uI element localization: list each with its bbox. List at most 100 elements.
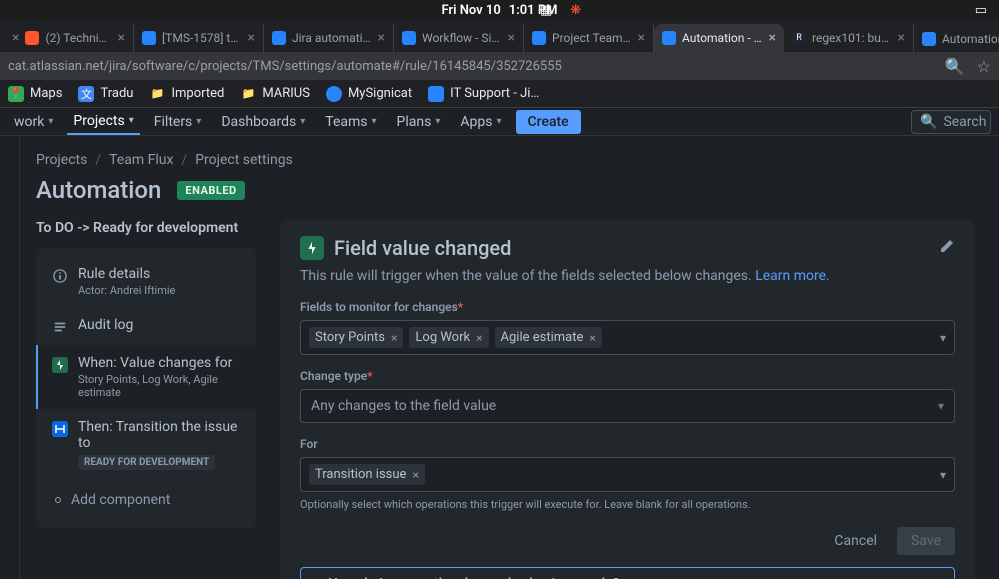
chevron-down-icon: ▾: [196, 116, 201, 127]
nav-apps[interactable]: Apps▾: [454, 110, 507, 134]
branch-icon: [52, 421, 68, 437]
collapsed-sidebar[interactable]: [0, 136, 20, 579]
close-icon[interactable]: ×: [378, 30, 385, 46]
menubar-tray-icon[interactable]: ▭: [975, 3, 987, 18]
rule-item-subtitle: Actor: Andrei Iftimie: [78, 284, 242, 297]
remove-chip-icon[interactable]: ×: [476, 331, 482, 345]
zoom-icon[interactable]: 🔍: [945, 57, 965, 76]
rule-item-title: When: Value changes for: [78, 355, 242, 371]
menubar-app-icon-2[interactable]: ❋: [570, 3, 581, 18]
browser-tab[interactable]: Workflow - Sign… ×: [394, 24, 524, 52]
save-button[interactable]: Save: [897, 527, 955, 555]
favicon: [142, 31, 156, 45]
tab-title: regex101: build…: [812, 31, 892, 45]
rule-name: To DO -> Ready for development: [36, 220, 256, 236]
browser-tab[interactable]: Jira automation ×: [264, 24, 394, 52]
for-operations-input[interactable]: Transition issue× ▾: [300, 457, 955, 492]
fields-to-monitor-input[interactable]: Story Points× Log Work× Agile estimate× …: [300, 320, 955, 355]
jira-navbar: work▾ Projects▾ Filters▾ Dashboards▾ Tea…: [0, 108, 999, 136]
field-chip: Log Work×: [409, 327, 488, 348]
nav-filters[interactable]: Filters▾: [148, 110, 208, 134]
browser-tab[interactable]: Project Team Fl… ×: [524, 24, 654, 52]
browser-tab[interactable]: R regex101: build… ×: [784, 24, 914, 52]
browser-tab[interactable]: [TMS-1578] test ×: [134, 24, 264, 52]
browser-tab[interactable]: Automation rule: [914, 26, 999, 52]
status-badge: READY FOR DEVELOPMENT: [78, 455, 215, 470]
create-button[interactable]: Create: [516, 110, 581, 134]
add-component-button[interactable]: Add component: [36, 480, 256, 520]
chevron-down-icon: ▾: [938, 399, 944, 413]
translate-icon: 文: [78, 86, 94, 102]
url-text[interactable]: cat.atlassian.net/jira/software/c/projec…: [8, 59, 945, 74]
bookmark-label: IT Support - Ji…: [450, 86, 539, 101]
close-icon[interactable]: ×: [12, 30, 19, 46]
remove-chip-icon[interactable]: ×: [589, 331, 595, 345]
rule-item-details[interactable]: Rule details Actor: Andrei Iftimie: [36, 256, 256, 307]
close-icon[interactable]: ×: [118, 30, 125, 46]
field-chip: Transition issue×: [309, 464, 425, 485]
remove-chip-icon[interactable]: ×: [412, 468, 418, 482]
nav-projects[interactable]: Projects▾: [67, 109, 139, 135]
nav-dashboards[interactable]: Dashboards▾: [215, 110, 311, 134]
rule-item-audit[interactable]: Audit log: [36, 307, 256, 345]
rule-item-title: Audit log: [78, 317, 242, 333]
bookmark-folder-marius[interactable]: 📁 MARIUS: [240, 86, 310, 102]
config-panel: Field value changed This rule will trigg…: [280, 220, 975, 579]
favicon: [662, 31, 676, 45]
menubar-app-icon[interactable]: ▦: [540, 3, 552, 18]
for-label: For: [300, 437, 955, 451]
close-icon[interactable]: ×: [248, 30, 255, 46]
trigger-icon: [52, 357, 68, 373]
close-icon[interactable]: ×: [769, 30, 776, 46]
tab-title: Automation rule: [942, 32, 999, 46]
favicon: [922, 32, 936, 46]
close-icon[interactable]: ×: [508, 30, 515, 46]
maps-icon: 📍: [8, 86, 24, 102]
config-description: This rule will trigger when the value of…: [300, 268, 955, 284]
close-icon[interactable]: ×: [638, 30, 645, 46]
chevron-down-icon[interactable]: ▾: [940, 468, 946, 482]
breadcrumb-projects[interactable]: Projects: [36, 152, 87, 168]
chevron-down-icon: ▾: [496, 116, 501, 127]
chevron-down-icon: ▾: [435, 116, 440, 127]
chevron-down-icon[interactable]: ▾: [940, 331, 946, 345]
star-icon[interactable]: ☆: [977, 57, 991, 76]
close-icon[interactable]: ×: [898, 30, 905, 46]
change-type-select[interactable]: Any changes to the field value ▾: [300, 389, 955, 423]
page-title: Automation: [36, 176, 161, 204]
chevron-down-icon: ▾: [129, 115, 134, 126]
app-icon: [326, 86, 342, 102]
bookmark-folder-imported[interactable]: 📁 Imported: [149, 86, 224, 102]
tab-title: Workflow - Sign…: [422, 31, 502, 45]
breadcrumb-team[interactable]: Team Flux: [109, 152, 173, 168]
favicon: [272, 31, 286, 45]
config-title: Field value changed: [334, 236, 929, 260]
add-component-label: Add component: [71, 492, 170, 508]
nav-teams[interactable]: Teams▾: [319, 110, 382, 134]
bookmark-label: Tradu: [100, 86, 133, 101]
bookmark-mysignicat[interactable]: MySignicat: [326, 86, 412, 102]
list-icon: [52, 319, 68, 335]
cancel-button[interactable]: Cancel: [822, 527, 889, 555]
breadcrumb-settings[interactable]: Project settings: [195, 152, 293, 168]
search-placeholder: Search: [943, 114, 986, 130]
bookmark-it-support[interactable]: IT Support - Ji…: [428, 86, 539, 102]
folder-icon: 📁: [240, 86, 256, 102]
browser-tab-active[interactable]: Automation - Ji… ×: [654, 24, 784, 52]
bookmark-maps[interactable]: 📍 Maps: [8, 86, 62, 102]
nav-plans[interactable]: Plans▾: [391, 110, 447, 134]
bookmark-tradu[interactable]: 文 Tradu: [78, 86, 133, 102]
address-bar[interactable]: cat.atlassian.net/jira/software/c/projec…: [0, 52, 999, 80]
browser-tab[interactable]: × (2) Technical Co… ×: [4, 24, 134, 52]
edit-icon[interactable]: [939, 238, 955, 258]
remove-chip-icon[interactable]: ×: [391, 331, 397, 345]
nav-work[interactable]: work▾: [8, 110, 59, 134]
rule-item-then[interactable]: Then: Transition the issue to READY FOR …: [36, 409, 256, 480]
field-chip: Agile estimate×: [495, 327, 602, 348]
learn-more-link[interactable]: Learn more.: [755, 268, 830, 284]
help-accordion: ▾ How do I access the changed value in m…: [300, 567, 955, 579]
jira-icon: [428, 86, 444, 102]
search-input[interactable]: 🔍 Search: [911, 110, 991, 134]
tab-title: Jira automation: [292, 31, 372, 45]
rule-item-when[interactable]: When: Value changes for Story Points, Lo…: [36, 345, 256, 409]
